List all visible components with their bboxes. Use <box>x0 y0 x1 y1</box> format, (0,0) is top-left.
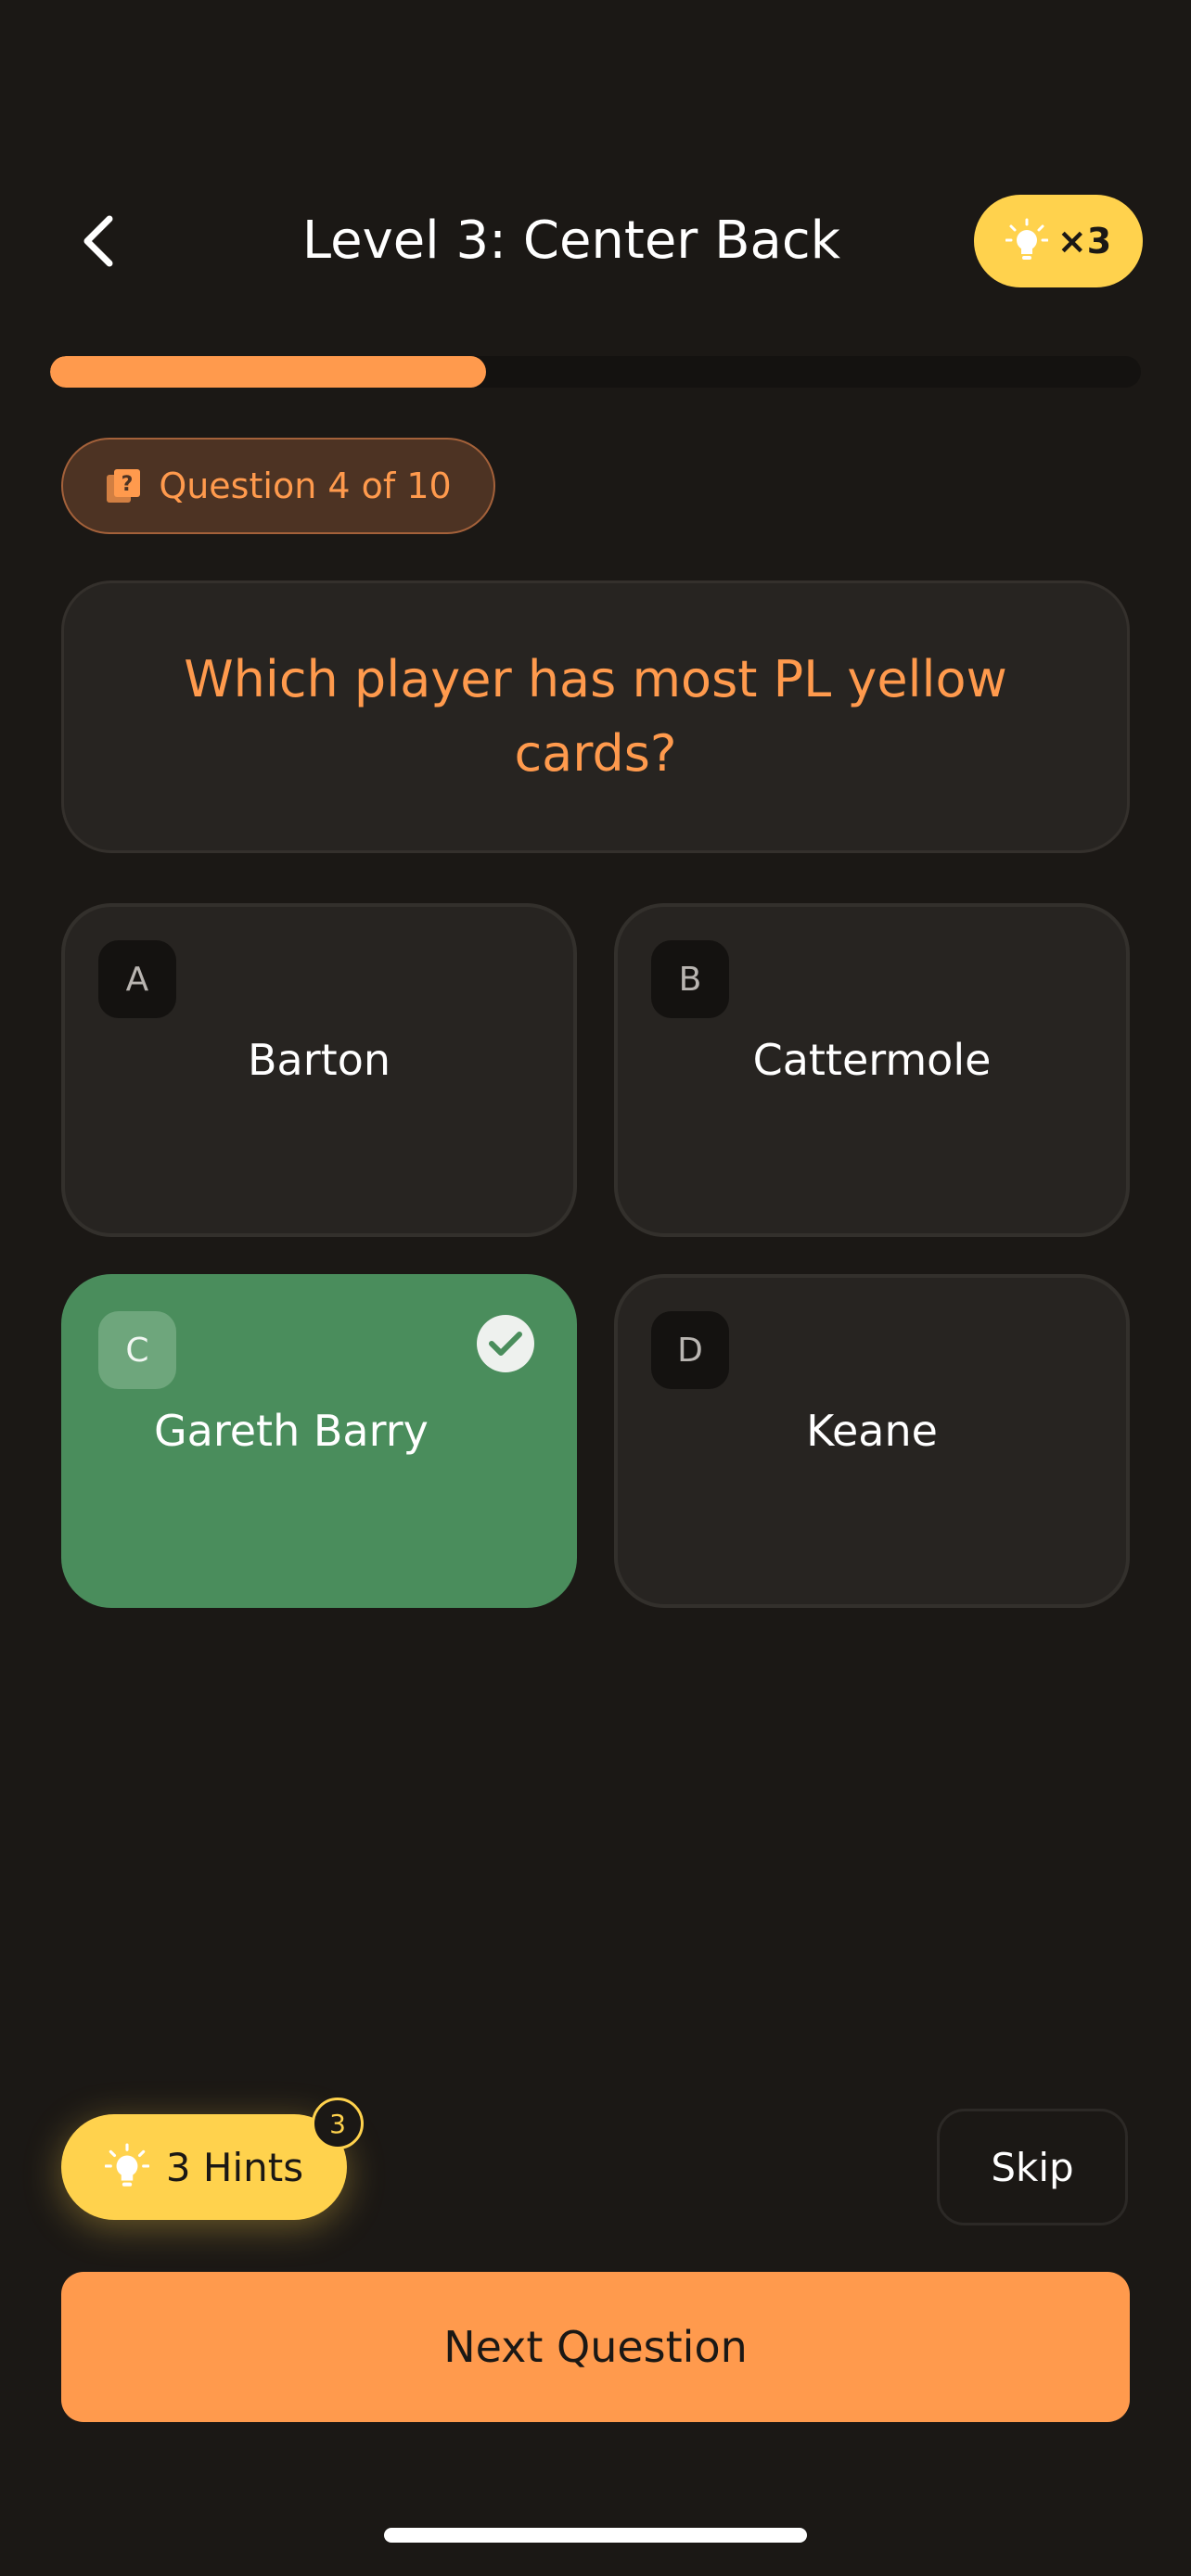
chevron-left-icon <box>83 215 113 267</box>
option-text: Keane <box>806 1406 938 1456</box>
progress-bar <box>50 356 1141 388</box>
option-letter: B <box>651 940 729 1018</box>
hint-multiplier-label: ×3 <box>1057 221 1112 261</box>
back-button[interactable] <box>65 200 132 282</box>
option-a-button[interactable]: A Barton <box>61 903 577 1237</box>
option-c-button[interactable]: C Gareth Barry <box>61 1274 577 1608</box>
hints-count-badge: 3 <box>312 2098 364 2149</box>
next-question-button[interactable]: Next Question <box>61 2272 1130 2422</box>
skip-button-label: Skip <box>991 2144 1074 2190</box>
hints-button-label: 3 Hints <box>165 2144 304 2190</box>
question-counter-badge: ? Question 4 of 10 <box>61 438 495 534</box>
question-counter-label: Question 4 of 10 <box>159 465 452 506</box>
check-icon <box>489 1332 522 1356</box>
lightbulb-icon <box>1005 218 1048 260</box>
hints-button[interactable]: 3 Hints <box>61 2114 347 2220</box>
option-text: Barton <box>248 1035 391 1085</box>
hint-multiplier-pill[interactable]: ×3 <box>974 195 1143 287</box>
next-question-label: Next Question <box>443 2322 748 2372</box>
skip-button[interactable]: Skip <box>937 2109 1128 2225</box>
home-indicator[interactable] <box>384 2528 807 2543</box>
page-title: Level 3: Center Back <box>301 210 841 271</box>
question-text: Which player has most PL yellow cards? <box>184 650 1007 783</box>
option-text: Gareth Barry <box>154 1406 429 1456</box>
option-letter: A <box>98 940 176 1018</box>
option-b-button[interactable]: B Cattermole <box>614 903 1130 1237</box>
svg-text:?: ? <box>122 473 134 496</box>
question-book-icon: ? <box>107 469 141 503</box>
option-letter: C <box>98 1311 176 1389</box>
lightbulb-icon <box>104 2143 149 2187</box>
question-card: Which player has most PL yellow cards? <box>61 580 1130 853</box>
correct-badge <box>477 1315 534 1372</box>
option-text: Cattermole <box>752 1035 992 1085</box>
option-d-button[interactable]: D Keane <box>614 1274 1130 1608</box>
progress-fill <box>50 356 487 388</box>
option-letter: D <box>651 1311 729 1389</box>
